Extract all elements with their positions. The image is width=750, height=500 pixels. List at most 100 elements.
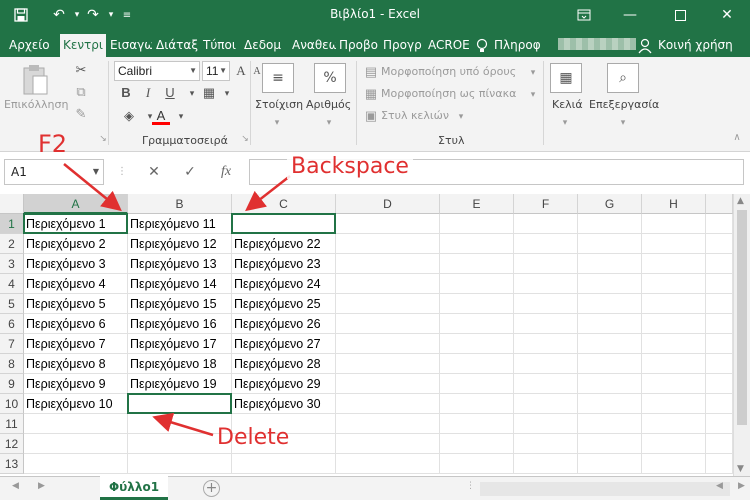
cell-h8[interactable] — [642, 354, 706, 374]
alignment-icon[interactable]: ≡ — [262, 63, 294, 93]
cell-g3[interactable] — [578, 254, 642, 274]
share-person-icon[interactable] — [638, 34, 654, 57]
fill-color-icon[interactable]: ◈ — [117, 107, 141, 125]
tab-review[interactable]: Αναθεω — [289, 34, 336, 57]
cell-b9[interactable]: Περιεχόμενο 19 — [128, 374, 232, 394]
number-icon[interactable]: % — [314, 63, 346, 93]
chevron-down-icon[interactable]: ▾ — [452, 107, 470, 125]
chevron-down-icon[interactable]: ▾ — [524, 85, 542, 103]
borders-dropdown-icon[interactable]: ▾ — [218, 84, 236, 102]
editing-label[interactable]: Επεξεργασία — [589, 98, 659, 111]
cell-c3[interactable]: Περιεχόμενο 23 — [232, 254, 336, 274]
cell-a2[interactable]: Περιεχόμενο 2 — [24, 234, 128, 254]
row-header-7[interactable]: 7 — [0, 334, 24, 354]
horizontal-scrollbar[interactable] — [480, 482, 730, 496]
cell-d13[interactable] — [336, 454, 440, 474]
cell-b8[interactable]: Περιεχόμενο 18 — [128, 354, 232, 374]
cell-a7[interactable]: Περιεχόμενο 7 — [24, 334, 128, 354]
alignment-label[interactable]: Στοίχιση — [255, 98, 303, 111]
ribbon-display-options-icon[interactable] — [561, 0, 607, 30]
column-header-h[interactable]: H — [642, 194, 706, 214]
column-header-a[interactable]: A — [24, 194, 128, 214]
cancel-icon[interactable]: ✕ — [144, 162, 164, 182]
cell-c13[interactable] — [232, 454, 336, 474]
column-header-d[interactable]: D — [336, 194, 440, 214]
number-label[interactable]: Αριθμός — [306, 98, 351, 111]
cell-c4[interactable]: Περιεχόμενο 24 — [232, 274, 336, 294]
underline-dropdown-icon[interactable]: ▾ — [183, 84, 201, 102]
cell-e4[interactable] — [440, 274, 514, 294]
row-header-10[interactable]: 10 — [0, 394, 24, 414]
minimize-button[interactable]: — — [607, 0, 653, 30]
cell-e7[interactable] — [440, 334, 514, 354]
cell-c10[interactable]: Περιεχόμενο 30 — [232, 394, 336, 414]
cell-c1[interactable] — [232, 214, 336, 234]
cell-a5[interactable]: Περιεχόμενο 5 — [24, 294, 128, 314]
cell-d5[interactable] — [336, 294, 440, 314]
cell-c5[interactable]: Περιεχόμενο 25 — [232, 294, 336, 314]
scroll-up-icon[interactable]: ▲ — [737, 196, 744, 206]
cell-b7[interactable]: Περιεχόμενο 17 — [128, 334, 232, 354]
cell-g8[interactable] — [578, 354, 642, 374]
row-header-6[interactable]: 6 — [0, 314, 24, 334]
borders-icon[interactable]: ▦ — [200, 84, 218, 102]
row-header-8[interactable]: 8 — [0, 354, 24, 374]
cell-a3[interactable]: Περιεχόμενο 3 — [24, 254, 128, 274]
clipboard-launcher-icon[interactable]: ↘ — [94, 129, 112, 147]
add-sheet-button[interactable]: + — [203, 480, 220, 497]
row-header-2[interactable]: 2 — [0, 234, 24, 254]
cell-h3[interactable] — [642, 254, 706, 274]
cell-d6[interactable] — [336, 314, 440, 334]
cell-c2[interactable]: Περιεχόμενο 22 — [232, 234, 336, 254]
cell-h11[interactable] — [642, 414, 706, 434]
italic-button[interactable]: I — [139, 84, 157, 102]
share-button[interactable]: Κοινή χρήση — [655, 34, 745, 57]
cell-b10[interactable] — [128, 394, 232, 414]
column-header-g[interactable]: G — [578, 194, 642, 214]
cell-g12[interactable] — [578, 434, 642, 454]
tell-me-search[interactable]: Πληροφ — [491, 34, 551, 57]
cell-h4[interactable] — [642, 274, 706, 294]
cell-f11[interactable] — [514, 414, 578, 434]
tab-acrobat[interactable]: ACROE — [425, 34, 469, 57]
font-launcher-icon[interactable]: ↘ — [236, 129, 254, 147]
cell-g1[interactable] — [578, 214, 642, 234]
cell-a12[interactable] — [24, 434, 128, 454]
scroll-down-icon[interactable]: ▼ — [737, 464, 744, 474]
tab-page-layout[interactable]: Διάταξ — [153, 34, 198, 57]
tab-data[interactable]: Δεδομ — [241, 34, 286, 57]
cell-e9[interactable] — [440, 374, 514, 394]
font-name-combo[interactable]: Calibri ▼ — [114, 61, 200, 81]
cell-g5[interactable] — [578, 294, 642, 314]
cell-e8[interactable] — [440, 354, 514, 374]
column-header-f[interactable]: F — [514, 194, 578, 214]
cells-icon[interactable]: ▦ — [550, 63, 582, 93]
cell-a8[interactable]: Περιεχόμενο 8 — [24, 354, 128, 374]
cell-e5[interactable] — [440, 294, 514, 314]
paste-label[interactable]: Επικόλληση — [4, 98, 68, 111]
row-header-9[interactable]: 9 — [0, 374, 24, 394]
format-as-table-button[interactable]: Μορφοποίηση ως πίνακα — [381, 87, 516, 100]
column-header-b[interactable]: B — [128, 194, 232, 214]
cell-styles-button[interactable]: Στυλ κελιών — [381, 109, 449, 122]
prev-sheet-icon[interactable]: ◀ — [12, 481, 19, 491]
cell-e2[interactable] — [440, 234, 514, 254]
close-button[interactable]: ✕ — [704, 0, 750, 30]
scroll-left-icon[interactable]: ◀ — [716, 481, 723, 491]
cell-g9[interactable] — [578, 374, 642, 394]
cell-g11[interactable] — [578, 414, 642, 434]
search-icon[interactable]: ⌕ — [607, 63, 639, 93]
sheet-tab-active[interactable]: Φύλλο1 — [100, 476, 168, 500]
cell-c6[interactable]: Περιεχόμενο 26 — [232, 314, 336, 334]
format-painter-icon[interactable]: ✎ — [72, 105, 90, 123]
cell-e10[interactable] — [440, 394, 514, 414]
underline-button[interactable]: U — [161, 84, 179, 102]
cell-d9[interactable] — [336, 374, 440, 394]
cell-styles-icon[interactable]: ▣ — [362, 107, 380, 125]
scroll-right-icon[interactable]: ▶ — [738, 481, 745, 491]
more-options-icon[interactable]: ⋮ — [466, 481, 475, 491]
cell-f7[interactable] — [514, 334, 578, 354]
cell-b6[interactable]: Περιεχόμενο 16 — [128, 314, 232, 334]
cell-h12[interactable] — [642, 434, 706, 454]
cell-f12[interactable] — [514, 434, 578, 454]
